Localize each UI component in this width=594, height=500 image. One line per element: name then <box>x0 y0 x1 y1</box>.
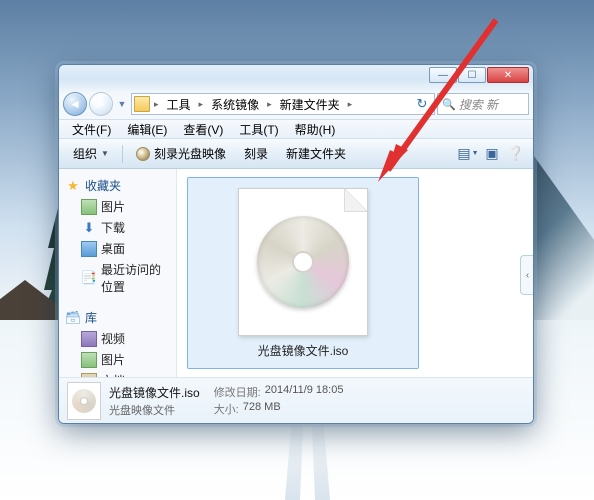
details-size-value: 728 MB <box>243 401 281 417</box>
nav-history-dropdown[interactable]: ▼ <box>115 99 129 109</box>
breadcrumb-newfolder[interactable]: 新建文件夹 <box>276 96 344 113</box>
nav-bar: ◄ ► ▼ ▸ 工具 ▸ 系统镜像 ▸ 新建文件夹 ▸ ↻ 🔍 搜索 新 <box>59 89 533 119</box>
libraries-label: 库 <box>85 309 97 326</box>
details-filename: 光盘镜像文件.iso <box>109 384 200 401</box>
details-pane: 光盘镜像文件.iso 光盘映像文件 修改日期:2014/11/9 18:05 大… <box>59 377 533 423</box>
file-list-pane[interactable]: 光盘镜像文件.iso ‹ <box>177 169 533 377</box>
file-thumbnail <box>238 188 368 336</box>
sidebar-favorites-header[interactable]: ★ 收藏夹 <box>61 175 174 196</box>
toolbar-separator <box>122 145 123 163</box>
explorer-window: — ☐ ✕ ◄ ► ▼ ▸ 工具 ▸ 系统镜像 ▸ 新建文件夹 ▸ ↻ 🔍 搜索… <box>58 64 534 424</box>
disc-icon <box>257 216 349 308</box>
folder-icon <box>134 96 150 112</box>
help-button[interactable]: ❔ <box>505 143 527 165</box>
sidebar-item-videos[interactable]: 视频 <box>61 328 174 349</box>
favorites-label: 收藏夹 <box>85 177 121 194</box>
crumb-sep-icon: ▸ <box>348 99 353 110</box>
download-icon: ⬇ <box>81 220 97 236</box>
close-button[interactable]: ✕ <box>487 67 529 83</box>
pictures-icon <box>81 352 97 368</box>
address-bar[interactable]: ▸ 工具 ▸ 系统镜像 ▸ 新建文件夹 ▸ ↻ <box>131 93 435 115</box>
menu-bar: 文件(F) 编辑(E) 查看(V) 工具(T) 帮助(H) <box>59 119 533 139</box>
menu-help[interactable]: 帮助(H) <box>288 120 343 139</box>
explorer-body: ★ 收藏夹 图片 ⬇下载 桌面 📑最近访问的位置 🗃 库 视频 图片 文档 ☄迅… <box>59 169 533 377</box>
chevron-down-icon: ▼ <box>101 149 109 158</box>
breadcrumb-sysimage[interactable]: 系统镜像 <box>207 96 263 113</box>
pictures-icon <box>81 199 97 215</box>
search-placeholder: 搜索 新 <box>459 96 498 113</box>
disc-icon <box>136 147 150 161</box>
crumb-sep-icon: ▸ <box>267 99 272 110</box>
sidebar-item-pictures[interactable]: 图片 <box>61 196 174 217</box>
menu-file[interactable]: 文件(F) <box>65 120 118 139</box>
details-thumbnail <box>67 382 101 420</box>
search-input[interactable]: 🔍 搜索 新 <box>437 93 529 115</box>
details-filetype: 光盘映像文件 <box>109 402 200 418</box>
burn-image-label: 刻录光盘映像 <box>154 145 226 162</box>
menu-tools[interactable]: 工具(T) <box>232 120 285 139</box>
sidebar-item-label: 桌面 <box>101 240 125 257</box>
file-name-label: 光盘镜像文件.iso <box>258 342 349 359</box>
library-icon: 🗃 <box>65 310 81 326</box>
refresh-button[interactable]: ↻ <box>412 96 432 112</box>
desktop-icon <box>81 241 97 257</box>
details-date-label: 修改日期: <box>214 384 261 400</box>
breadcrumb-tools[interactable]: 工具 <box>163 96 195 113</box>
organize-button[interactable]: 组织 ▼ <box>65 142 117 165</box>
sidebar-libraries-header[interactable]: 🗃 库 <box>61 307 174 328</box>
preview-expand-handle[interactable]: ‹ <box>520 255 533 295</box>
sidebar-item-desktop[interactable]: 桌面 <box>61 238 174 259</box>
forward-button[interactable]: ► <box>89 92 113 116</box>
sidebar-item-label: 下载 <box>101 219 125 236</box>
details-size-label: 大小: <box>214 401 239 417</box>
preview-pane-button[interactable]: ▣ <box>481 143 503 165</box>
star-icon: ★ <box>65 178 81 194</box>
sidebar-item-label: 最近访问的位置 <box>101 261 170 295</box>
sidebar-item-recent[interactable]: 📑最近访问的位置 <box>61 259 174 297</box>
recent-icon: 📑 <box>81 270 97 286</box>
toolbar: 组织 ▼ 刻录光盘映像 刻录 新建文件夹 ▤▼ ▣ ❔ <box>59 139 533 169</box>
disc-icon <box>72 389 96 413</box>
sidebar-item-downloads[interactable]: ⬇下载 <box>61 217 174 238</box>
menu-view[interactable]: 查看(V) <box>176 120 230 139</box>
minimize-button[interactable]: — <box>429 67 457 83</box>
file-item-iso[interactable]: 光盘镜像文件.iso <box>187 177 419 369</box>
burn-button[interactable]: 刻录 <box>236 142 276 165</box>
crumb-sep-icon: ▸ <box>199 99 204 110</box>
sidebar-item-label: 图片 <box>101 198 125 215</box>
menu-edit[interactable]: 编辑(E) <box>120 120 174 139</box>
organize-label: 组织 <box>73 145 97 162</box>
sidebar-item-lib-pictures[interactable]: 图片 <box>61 349 174 370</box>
new-folder-button[interactable]: 新建文件夹 <box>278 142 354 165</box>
crumb-sep-icon: ▸ <box>154 99 159 110</box>
details-date-value: 2014/11/9 18:05 <box>265 384 344 400</box>
maximize-button[interactable]: ☐ <box>458 67 486 83</box>
video-icon <box>81 331 97 347</box>
sidebar-item-label: 图片 <box>101 351 125 368</box>
sidebar-item-label: 视频 <box>101 330 125 347</box>
navigation-pane: ★ 收藏夹 图片 ⬇下载 桌面 📑最近访问的位置 🗃 库 视频 图片 文档 ☄迅… <box>59 169 177 377</box>
burn-image-button[interactable]: 刻录光盘映像 <box>128 142 234 165</box>
back-button[interactable]: ◄ <box>63 92 87 116</box>
sidebar-item-documents[interactable]: 文档 <box>61 370 174 377</box>
search-icon: 🔍 <box>442 98 456 111</box>
view-options-button[interactable]: ▤▼ <box>457 143 479 165</box>
titlebar[interactable]: — ☐ ✕ <box>59 65 533 89</box>
